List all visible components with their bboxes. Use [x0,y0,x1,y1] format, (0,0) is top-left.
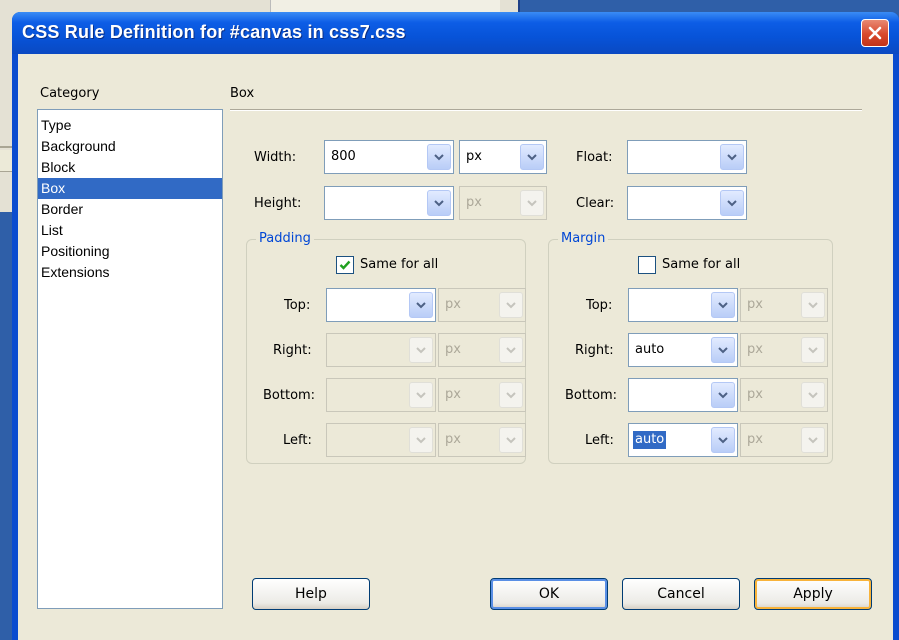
margin-right-combo[interactable]: auto [628,333,738,367]
category-list[interactable]: Type Background Block Box Border List Po… [37,109,223,609]
padding-top-unit-combo: px [438,288,526,322]
margin-right-unit: px [747,342,763,357]
width-combo[interactable]: 800 [324,140,454,174]
padding-same-for-all-checkbox[interactable] [336,256,354,274]
checkmark-icon [339,260,351,270]
margin-left-value[interactable]: auto [633,431,667,449]
category-item-background[interactable]: Background [38,136,222,157]
chevron-down-icon [801,427,825,453]
chevron-down-icon [499,292,523,318]
margin-bottom-label: Bottom: [565,388,618,403]
padding-right-combo [326,333,436,367]
margin-group-title: Margin [558,230,609,248]
float-combo[interactable] [627,140,747,174]
chevron-down-icon [409,337,433,363]
chevron-down-icon [801,382,825,408]
padding-right-unit-combo: px [438,333,526,367]
category-item-block[interactable]: Block [38,157,222,178]
padding-left-unit: px [445,432,461,447]
padding-left-combo [326,423,436,457]
margin-right-unit-combo: px [740,333,828,367]
margin-same-for-all-label[interactable]: Same for all [662,255,740,275]
chevron-down-icon [499,382,523,408]
chevron-down-icon [801,337,825,363]
padding-group-title: Padding [256,230,314,248]
category-item-border[interactable]: Border [38,199,222,220]
chevron-down-icon [801,292,825,318]
css-rule-definition-dialog: CSS Rule Definition for #canvas in css7.… [12,12,899,640]
dialog-body: Category Type Background Block Box Borde… [18,54,893,640]
chevron-down-icon [520,190,544,216]
padding-right-label: Right: [273,343,312,358]
clear-label: Clear: [576,196,615,211]
margin-left-combo[interactable]: auto [628,423,738,457]
chevron-down-icon[interactable] [711,337,735,363]
chevron-down-icon [499,337,523,363]
help-button[interactable]: Help [252,578,370,610]
dialog-title: CSS Rule Definition for #canvas in css7.… [22,22,406,42]
margin-left-label: Left: [585,433,614,448]
category-label: Category [40,86,100,101]
chevron-down-icon[interactable] [427,190,451,216]
chevron-down-icon[interactable] [720,144,744,170]
chevron-down-icon [409,382,433,408]
apply-button[interactable]: Apply [754,578,872,610]
width-value: 800 [331,149,356,164]
close-icon [868,26,882,40]
margin-top-label: Top: [586,298,613,313]
close-button[interactable] [861,19,889,47]
height-unit-combo: px [459,186,547,220]
margin-left-unit: px [747,432,763,447]
height-combo[interactable] [324,186,454,220]
margin-top-unit: px [747,297,763,312]
margin-left-unit-combo: px [740,423,828,457]
width-unit-combo[interactable]: px [459,140,547,174]
padding-left-label: Left: [283,433,312,448]
chevron-down-icon [409,427,433,453]
clear-combo[interactable] [627,186,747,220]
padding-bottom-label: Bottom: [263,388,316,403]
float-label: Float: [576,150,613,165]
chevron-down-icon[interactable] [520,144,544,170]
width-unit-value: px [466,149,482,164]
title-bar[interactable]: CSS Rule Definition for #canvas in css7.… [12,12,899,54]
category-item-positioning[interactable]: Positioning [38,241,222,262]
category-item-extensions[interactable]: Extensions [38,262,222,283]
section-title: Box [230,86,255,101]
padding-bottom-unit: px [445,387,461,402]
section-divider [230,109,862,111]
chevron-down-icon[interactable] [427,144,451,170]
padding-bottom-combo [326,378,436,412]
chevron-down-icon [499,427,523,453]
chevron-down-icon[interactable] [720,190,744,216]
margin-bottom-combo[interactable] [628,378,738,412]
padding-left-unit-combo: px [438,423,526,457]
margin-right-label: Right: [575,343,614,358]
category-item-box[interactable]: Box [38,178,222,199]
margin-same-for-all-checkbox[interactable] [638,256,656,274]
chevron-down-icon[interactable] [711,292,735,318]
chevron-down-icon[interactable] [711,427,735,453]
margin-right-value: auto [635,342,665,357]
padding-bottom-unit-combo: px [438,378,526,412]
margin-top-combo[interactable] [628,288,738,322]
margin-top-unit-combo: px [740,288,828,322]
category-item-list[interactable]: List [38,220,222,241]
margin-bottom-unit: px [747,387,763,402]
height-unit-value: px [466,195,482,210]
ok-button[interactable]: OK [490,578,608,610]
chevron-down-icon[interactable] [409,292,433,318]
cancel-button[interactable]: Cancel [622,578,740,610]
chevron-down-icon[interactable] [711,382,735,408]
width-label: Width: [254,150,297,165]
padding-right-unit: px [445,342,461,357]
height-label: Height: [254,196,302,211]
category-item-type[interactable]: Type [38,115,222,136]
padding-top-combo[interactable] [326,288,436,322]
margin-bottom-unit-combo: px [740,378,828,412]
padding-top-unit: px [445,297,461,312]
padding-top-label: Top: [284,298,311,313]
padding-same-for-all-label[interactable]: Same for all [360,255,438,275]
